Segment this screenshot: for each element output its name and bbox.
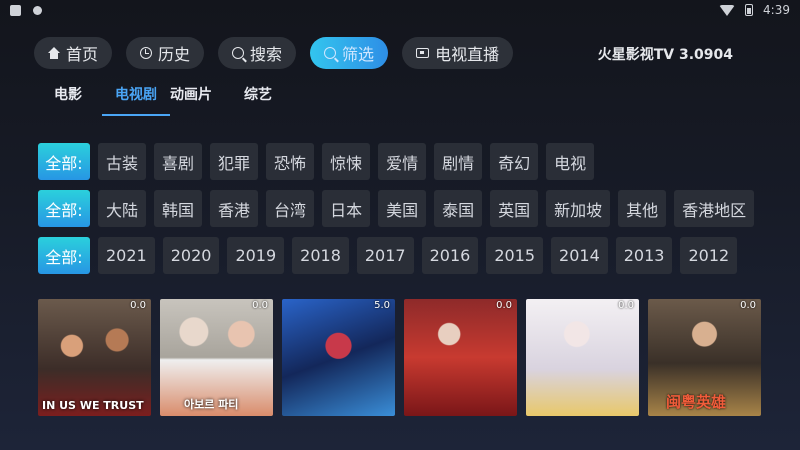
poster-card[interactable]: 0.0 bbox=[526, 299, 639, 416]
poster-title: 闽粤英雄 bbox=[666, 393, 727, 411]
nav-filter-label: 筛选 bbox=[342, 45, 375, 64]
tab-tv-series[interactable]: 电视剧 bbox=[102, 86, 170, 116]
region-chip[interactable]: 大陆 bbox=[98, 190, 147, 227]
poster-title: IN US WE TRUST bbox=[42, 399, 144, 412]
poster-rating: 0.0 bbox=[618, 300, 634, 311]
nav-history-label: 历史 bbox=[158, 45, 191, 64]
genre-chip[interactable]: 恐怖 bbox=[266, 143, 315, 180]
battery-icon bbox=[745, 4, 754, 16]
region-chip[interactable]: 日本 bbox=[322, 190, 371, 227]
genre-chip[interactable]: 惊悚 bbox=[322, 143, 371, 180]
year-filter-row: 全部: 2021 2020 2019 2018 2017 2016 2015 2… bbox=[38, 237, 738, 274]
wifi-icon bbox=[719, 4, 736, 16]
region-chip[interactable]: 泰国 bbox=[434, 190, 483, 227]
notification-icon bbox=[33, 6, 42, 15]
nav-live-tv-label: 电视直播 bbox=[435, 45, 500, 64]
home-icon bbox=[48, 47, 60, 59]
nav-history-button[interactable]: 历史 bbox=[126, 37, 205, 69]
year-chip[interactable]: 2018 bbox=[292, 237, 349, 274]
region-all-button[interactable]: 全部: bbox=[38, 190, 90, 227]
region-chip[interactable]: 美国 bbox=[378, 190, 427, 227]
sd-card-icon bbox=[10, 5, 21, 16]
year-all-button[interactable]: 全部: bbox=[38, 237, 90, 274]
genre-chip[interactable]: 爱情 bbox=[378, 143, 427, 180]
poster-card[interactable]: 0.0 bbox=[404, 299, 517, 416]
category-tabs: 电影 电视剧 动画片 综艺 bbox=[54, 86, 272, 116]
year-chip[interactable]: 2017 bbox=[356, 237, 414, 274]
tv-icon bbox=[416, 48, 430, 58]
poster-grid: 0.0 IN US WE TRUST 0.0 아보르 파티 5.0 0.0 0.… bbox=[38, 299, 761, 416]
poster-rating: 0.0 bbox=[130, 300, 146, 311]
tab-animation[interactable]: 动画片 bbox=[170, 86, 212, 116]
poster-rating: 5.0 bbox=[374, 300, 390, 311]
region-chip[interactable]: 英国 bbox=[490, 190, 539, 227]
genre-filter-row: 全部: 古装 喜剧 犯罪 恐怖 惊悚 爱情 剧情 奇幻 电视 bbox=[38, 143, 595, 180]
nav-search-button[interactable]: 搜索 bbox=[218, 37, 297, 69]
poster-card[interactable]: 0.0 闽粤英雄 bbox=[648, 299, 761, 416]
genre-all-button[interactable]: 全部: bbox=[38, 143, 90, 180]
year-chip[interactable]: 2019 bbox=[227, 237, 285, 274]
poster-card[interactable]: 5.0 bbox=[282, 299, 395, 416]
nav-search-label: 搜索 bbox=[250, 45, 283, 64]
region-filter-row: 全部: 大陆 韩国 香港 台湾 日本 美国 泰国 英国 新加坡 其他 香港地区 bbox=[38, 190, 755, 227]
nav-filter-button[interactable]: 筛选 bbox=[310, 37, 389, 69]
poster-rating: 0.0 bbox=[496, 300, 512, 311]
filter-search-icon bbox=[324, 47, 337, 59]
year-chip[interactable]: 2014 bbox=[551, 237, 608, 274]
region-chip[interactable]: 韩国 bbox=[154, 190, 203, 227]
year-chip[interactable]: 2015 bbox=[486, 237, 544, 274]
genre-chip[interactable]: 奇幻 bbox=[490, 143, 539, 180]
status-bar: 4:39 bbox=[0, 0, 800, 22]
poster-rating: 0.0 bbox=[252, 300, 268, 311]
status-time: 4:39 bbox=[763, 3, 790, 17]
region-chip[interactable]: 台湾 bbox=[266, 190, 315, 227]
region-chip[interactable]: 其他 bbox=[618, 190, 667, 227]
search-icon bbox=[232, 47, 245, 59]
year-chip[interactable]: 2016 bbox=[421, 237, 479, 274]
region-chip[interactable]: 香港地区 bbox=[674, 190, 755, 227]
region-chip[interactable]: 香港 bbox=[210, 190, 259, 227]
poster-card[interactable]: 0.0 아보르 파티 bbox=[160, 299, 273, 416]
tab-variety[interactable]: 综艺 bbox=[244, 86, 272, 116]
region-chip[interactable]: 新加坡 bbox=[546, 190, 611, 227]
year-chip[interactable]: 2020 bbox=[162, 237, 220, 274]
app-title: 火星影视TV 3.0904 bbox=[597, 47, 733, 63]
nav-home-button[interactable]: 首页 bbox=[34, 37, 113, 69]
year-chip[interactable]: 2012 bbox=[680, 237, 738, 274]
poster-rating: 0.0 bbox=[740, 300, 756, 311]
genre-chip[interactable]: 喜剧 bbox=[154, 143, 203, 180]
nav-live-tv-button[interactable]: 电视直播 bbox=[402, 37, 514, 69]
top-nav: 首页 历史 搜索 筛选 电视直播 bbox=[34, 37, 514, 69]
clock-icon bbox=[140, 47, 153, 59]
genre-chip[interactable]: 电视 bbox=[546, 143, 595, 180]
genre-chip[interactable]: 犯罪 bbox=[210, 143, 259, 180]
year-chip[interactable]: 2021 bbox=[98, 237, 155, 274]
poster-title: 아보르 파티 bbox=[184, 398, 239, 411]
genre-chip[interactable]: 古装 bbox=[98, 143, 147, 180]
poster-card[interactable]: 0.0 IN US WE TRUST bbox=[38, 299, 151, 416]
nav-home-label: 首页 bbox=[66, 45, 99, 64]
genre-chip[interactable]: 剧情 bbox=[434, 143, 483, 180]
year-chip[interactable]: 2013 bbox=[615, 237, 673, 274]
tab-movie[interactable]: 电影 bbox=[54, 86, 82, 116]
